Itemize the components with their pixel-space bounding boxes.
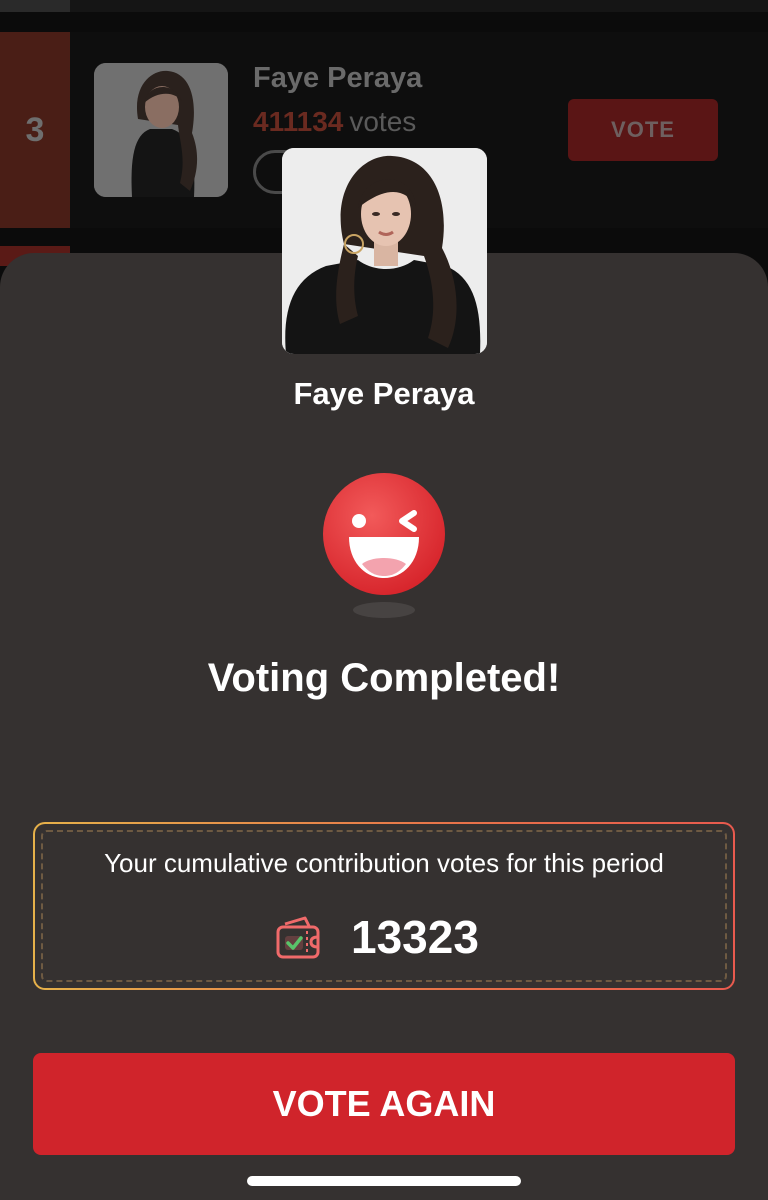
vote-again-button[interactable]: VOTE AGAIN: [33, 1053, 735, 1155]
candidate-name-large: Faye Peraya: [293, 376, 475, 411]
candidate-photo: [94, 63, 228, 197]
vote-count: 411134 votes: [253, 106, 416, 138]
vote-count-number: 411134: [253, 106, 344, 137]
screen: 3 Faye Peraya 411134 votes VOTE Faye Per…: [0, 0, 768, 1200]
rank-box-previous: [0, 0, 70, 12]
ticket-check-icon: [275, 914, 327, 962]
contribution-card-inner: Your cumulative contribution votes for t…: [35, 824, 733, 988]
candidate-thumbnail[interactable]: [94, 63, 228, 197]
wink-face-icon: [323, 473, 445, 595]
contribution-value: 13323: [351, 911, 479, 963]
rank-box: 3: [0, 32, 70, 228]
contribution-label: Your cumulative contribution votes for t…: [104, 848, 664, 878]
candidate-photo-large: [282, 148, 487, 354]
candidate-name: Faye Peraya: [253, 62, 423, 94]
vote-button[interactable]: VOTE: [568, 99, 718, 161]
rank-number: 3: [25, 110, 45, 149]
status-title: Voting Completed!: [207, 656, 561, 700]
vote-count-unit: votes: [349, 106, 417, 137]
wink-emoji-icon: [322, 472, 446, 622]
home-indicator[interactable]: [247, 1176, 521, 1186]
candidate-portrait: [282, 148, 487, 354]
emoji-shadow: [353, 602, 415, 618]
contribution-card: Your cumulative contribution votes for t…: [33, 822, 735, 990]
ranking-row-previous: [0, 0, 768, 12]
